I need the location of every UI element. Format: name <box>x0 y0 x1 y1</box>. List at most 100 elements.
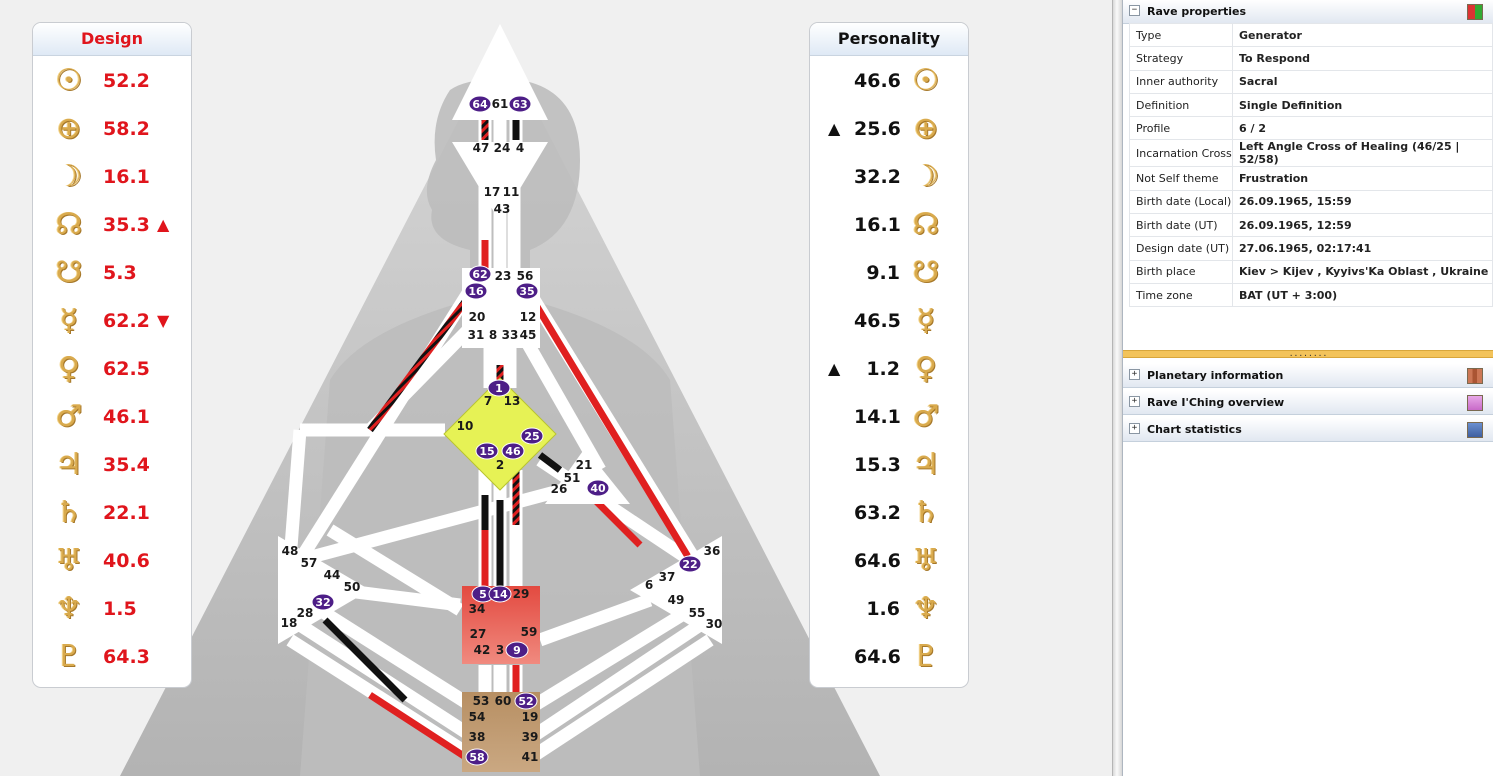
gate-25[interactable]: 25 <box>520 427 544 445</box>
design-row-pluto[interactable]: ♇ 64.3 <box>33 633 191 681</box>
gate-64[interactable]: 64 <box>468 95 492 113</box>
gate-39[interactable]: 39 <box>522 730 539 744</box>
personality-row-pluto[interactable]: ♇ 64.6 <box>810 633 968 681</box>
expand-icon[interactable]: + <box>1129 369 1140 380</box>
gate-35[interactable]: 35 <box>515 282 539 300</box>
property-row[interactable]: Design date (UT) 27.06.1965, 02:17:41 <box>1129 236 1493 261</box>
property-row[interactable]: Not Self theme Frustration <box>1129 166 1493 191</box>
gate-8[interactable]: 8 <box>489 328 497 342</box>
gate-28[interactable]: 28 <box>297 606 314 620</box>
iching-overview-section-header[interactable]: + Rave I'Ching overview <box>1123 391 1493 415</box>
section-splitter[interactable]: ........ <box>1123 350 1493 358</box>
gate-16[interactable]: 16 <box>464 282 488 300</box>
gate-2[interactable]: 2 <box>496 458 504 472</box>
gate-19[interactable]: 19 <box>522 710 539 724</box>
chart-statistics-section-header[interactable]: + Chart statistics <box>1123 418 1493 442</box>
gate-27[interactable]: 27 <box>470 627 487 641</box>
property-row[interactable]: Birth date (UT) 26.09.1965, 12:59 <box>1129 213 1493 238</box>
personality-row-mercury[interactable]: ☿ 46.5 <box>810 297 968 345</box>
gate-34[interactable]: 34 <box>469 602 486 616</box>
property-row[interactable]: Birth date (Local) 26.09.1965, 15:59 <box>1129 189 1493 215</box>
gate-56[interactable]: 56 <box>517 269 534 283</box>
gate-13[interactable]: 13 <box>504 394 521 408</box>
property-row[interactable]: Type Generator <box>1129 22 1493 48</box>
gate-14[interactable]: 14 <box>488 585 512 603</box>
expand-icon[interactable]: + <box>1129 396 1140 407</box>
gate-46[interactable]: 46 <box>501 442 525 460</box>
gate-47[interactable]: 47 <box>473 141 490 155</box>
gate-24[interactable]: 24 <box>494 141 511 155</box>
personality-row-sun[interactable]: ☉ 46.6 <box>810 57 968 105</box>
design-row-uranus[interactable]: ♅ 40.6 <box>33 537 191 585</box>
personality-row-mars[interactable]: ♂ 14.1 <box>810 393 968 441</box>
gate-59[interactable]: 59 <box>521 625 538 639</box>
design-row-moon[interactable]: ☽ 16.1 <box>33 153 191 201</box>
property-row[interactable]: Profile 6 / 2 <box>1129 116 1493 141</box>
property-row[interactable]: Inner authority Sacral <box>1129 69 1493 94</box>
design-row-sun[interactable]: ☉ 52.2 <box>33 57 191 105</box>
gate-40[interactable]: 40 <box>586 479 610 497</box>
gate-9[interactable]: 9 <box>505 641 529 659</box>
gate-32[interactable]: 32 <box>311 593 335 611</box>
personality-row-south-node[interactable]: ☋ 9.1 <box>810 249 968 297</box>
gate-52[interactable]: 52 <box>514 692 538 710</box>
gate-48[interactable]: 48 <box>282 544 299 558</box>
gate-29[interactable]: 29 <box>513 587 530 601</box>
gate-4[interactable]: 4 <box>516 141 524 155</box>
property-row[interactable]: Incarnation Cross Left Angle Cross of Hea… <box>1129 139 1493 168</box>
gate-36[interactable]: 36 <box>704 544 721 558</box>
gate-42[interactable]: 42 <box>474 643 491 657</box>
gate-57[interactable]: 57 <box>301 556 318 570</box>
design-row-earth[interactable]: ⊕ 58.2 <box>33 105 191 153</box>
gate-55[interactable]: 55 <box>689 606 706 620</box>
gate-54[interactable]: 54 <box>469 710 486 724</box>
gate-50[interactable]: 50 <box>344 580 361 594</box>
personality-row-north-node[interactable]: ☊ 16.1 <box>810 201 968 249</box>
gate-45[interactable]: 45 <box>520 328 537 342</box>
gate-18[interactable]: 18 <box>281 616 298 630</box>
gate-41[interactable]: 41 <box>522 750 539 764</box>
gate-49[interactable]: 49 <box>668 593 685 607</box>
personality-row-moon[interactable]: ☽ 32.2 <box>810 153 968 201</box>
gate-17[interactable]: 17 <box>484 185 501 199</box>
gate-33[interactable]: 33 <box>502 328 519 342</box>
gate-10[interactable]: 10 <box>457 419 474 433</box>
gate-61[interactable]: 61 <box>492 97 509 111</box>
design-row-saturn[interactable]: ♄ 22.1 <box>33 489 191 537</box>
gate-3[interactable]: 3 <box>496 643 504 657</box>
personality-row-uranus[interactable]: ♅ 64.6 <box>810 537 968 585</box>
property-row[interactable]: Strategy To Respond <box>1129 46 1493 71</box>
personality-row-venus[interactable]: ♀ 1.2 ▲ <box>810 345 968 393</box>
gate-23[interactable]: 23 <box>495 269 512 283</box>
gate-62[interactable]: 62 <box>468 265 492 283</box>
gate-22[interactable]: 22 <box>678 555 702 573</box>
design-row-south-node[interactable]: ☋ 5.3 <box>33 249 191 297</box>
gate-31[interactable]: 31 <box>468 328 485 342</box>
personality-row-saturn[interactable]: ♄ 63.2 <box>810 489 968 537</box>
gate-26[interactable]: 26 <box>551 482 568 496</box>
design-row-mars[interactable]: ♂ 46.1 <box>33 393 191 441</box>
gate-30[interactable]: 30 <box>706 617 723 631</box>
gate-11[interactable]: 11 <box>503 185 520 199</box>
gate-15[interactable]: 15 <box>475 442 499 460</box>
personality-row-earth[interactable]: ⊕ 25.6 ▲ <box>810 105 968 153</box>
property-row[interactable]: Birth place Kiev > Kijev , Kyyivs'Ka Obla… <box>1129 259 1493 284</box>
property-row[interactable]: Time zone BAT (UT + 3:00) <box>1129 282 1493 308</box>
gate-12[interactable]: 12 <box>520 310 537 324</box>
property-row[interactable]: Definition Single Definition <box>1129 92 1493 118</box>
rave-properties-header[interactable]: − Rave properties <box>1123 0 1493 24</box>
personality-row-jupiter[interactable]: ♃ 15.3 <box>810 441 968 489</box>
design-row-neptune[interactable]: ♆ 1.5 <box>33 585 191 633</box>
gate-60[interactable]: 60 <box>495 694 512 708</box>
collapse-icon[interactable]: − <box>1129 5 1140 16</box>
gate-20[interactable]: 20 <box>469 310 486 324</box>
design-row-mercury[interactable]: ☿ 62.2 ▼ <box>33 297 191 345</box>
design-row-north-node[interactable]: ☊ 35.3 ▲ <box>33 201 191 249</box>
gate-53[interactable]: 53 <box>473 694 490 708</box>
design-row-jupiter[interactable]: ♃ 35.4 <box>33 441 191 489</box>
gate-44[interactable]: 44 <box>324 568 341 582</box>
gate-58[interactable]: 58 <box>465 748 489 766</box>
gate-43[interactable]: 43 <box>494 202 511 216</box>
gate-21[interactable]: 21 <box>576 458 593 472</box>
planetary-info-section-header[interactable]: + Planetary information <box>1123 364 1493 388</box>
